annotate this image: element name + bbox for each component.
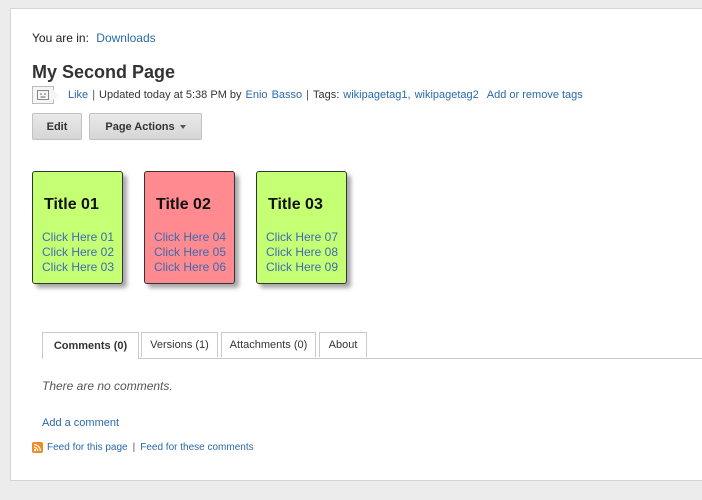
- card-title-03: Title 03 Click Here 07 Click Here 08 Cli…: [256, 171, 347, 284]
- meta-separator: |: [92, 89, 96, 101]
- updated-text: Updated today at 5:38 PM by: [99, 89, 242, 101]
- like-icon[interactable]: [32, 86, 59, 104]
- feed-links: Feed for this page | Feed for these comm…: [32, 442, 254, 453]
- breadcrumb-prefix: You are in:: [32, 31, 89, 45]
- card-link[interactable]: Click Here 06: [154, 260, 234, 275]
- meta-separator-2: |: [306, 89, 309, 101]
- tags-label: Tags:: [313, 89, 340, 101]
- chevron-down-icon: [179, 124, 186, 129]
- card-title-02: Title 02 Click Here 04 Click Here 05 Cli…: [144, 171, 235, 284]
- card-link[interactable]: Click Here 07: [266, 230, 346, 245]
- card-title: Title 01: [44, 196, 99, 213]
- tab-comments[interactable]: Comments (0): [42, 332, 139, 359]
- like-link[interactable]: Like: [68, 89, 88, 101]
- page-actions-label: Page Actions: [105, 120, 175, 133]
- feed-comments-link[interactable]: Feed for these comments: [140, 442, 253, 453]
- author-first-link[interactable]: Enio: [246, 89, 268, 101]
- tag-link-2[interactable]: wikipagetag2: [415, 89, 479, 101]
- tab-attachments[interactable]: Attachments (0): [221, 332, 316, 357]
- no-comments-text: There are no comments.: [42, 379, 173, 393]
- breadcrumb-link-downloads[interactable]: Downloads: [96, 31, 155, 45]
- comments-tab-bar: Comments (0) Versions (1) Attachments (0…: [42, 332, 702, 359]
- page-actions-button[interactable]: Page Actions: [89, 113, 202, 140]
- edit-button-label: Edit: [46, 120, 68, 133]
- card-link[interactable]: Click Here 04: [154, 230, 234, 245]
- card-link[interactable]: Click Here 03: [42, 260, 122, 275]
- feed-separator: |: [132, 442, 136, 453]
- content-panel: You are in: Downloads My Second Page Lik…: [10, 8, 702, 481]
- card-title-01: Title 01 Click Here 01 Click Here 02 Cli…: [32, 171, 123, 284]
- edit-button[interactable]: Edit: [32, 113, 82, 140]
- card-title: Title 02: [156, 196, 211, 213]
- rss-icon: [32, 442, 43, 453]
- page-toolbar: Edit Page Actions: [32, 113, 202, 140]
- add-remove-tags-link[interactable]: Add or remove tags: [487, 89, 583, 101]
- feed-page-link[interactable]: Feed for this page: [47, 442, 128, 453]
- card-link[interactable]: Click Here 05: [154, 245, 234, 260]
- add-comment-link[interactable]: Add a comment: [42, 417, 119, 429]
- page-meta: Like | Updated today at 5:38 PM by Enio …: [32, 86, 583, 104]
- tag-link-1[interactable]: wikipagetag1,: [343, 89, 410, 101]
- card-link[interactable]: Click Here 09: [266, 260, 346, 275]
- card-link[interactable]: Click Here 01: [42, 230, 122, 245]
- card-link[interactable]: Click Here 08: [266, 245, 346, 260]
- card-title: Title 03: [268, 196, 323, 213]
- breadcrumb: You are in: Downloads: [32, 31, 156, 45]
- page-title: My Second Page: [32, 62, 176, 82]
- tab-versions[interactable]: Versions (1): [141, 332, 218, 357]
- card-link[interactable]: Click Here 02: [42, 245, 122, 260]
- tab-about[interactable]: About: [319, 332, 367, 357]
- author-last-link[interactable]: Basso: [272, 89, 303, 101]
